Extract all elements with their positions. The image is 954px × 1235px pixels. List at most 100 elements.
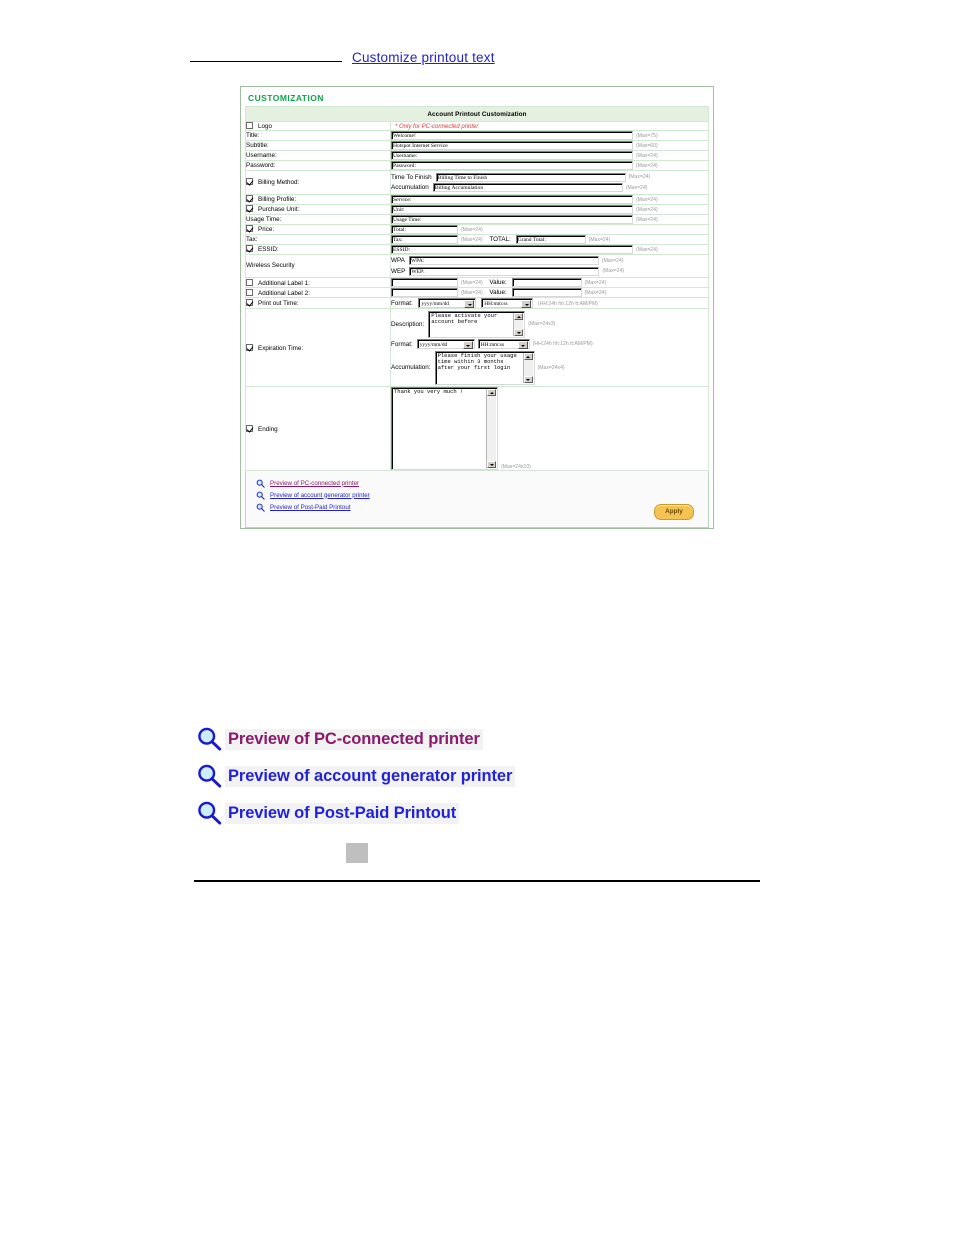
callout-row-pc[interactable]: Preview of PC-connected printer [196, 726, 536, 752]
section-title: CUSTOMIZATION [248, 93, 324, 103]
additional-label-1-max: (Max=24) [461, 280, 483, 287]
wpa-row: WPA WPA: (Max=24) [391, 256, 708, 265]
chevron-down-icon [462, 341, 473, 349]
purchase-unit-max: (Max=24) [636, 206, 658, 213]
preview-link-row-postpaid[interactable]: Preview of Post-Paid Printout [246, 501, 708, 513]
print-out-time-checkbox[interactable] [246, 299, 253, 306]
row-username: Username: Username: (Max=24) [245, 150, 709, 161]
expiration-time-format-select[interactable]: HH:mm:ss [477, 339, 530, 349]
essid-input[interactable]: ESSID: [391, 244, 633, 254]
wep-row: WEP WEP: (Max=24) [391, 266, 708, 276]
subtitle-input[interactable]: Hotspot Internet Service [391, 141, 633, 150]
additional-label-2-checkbox[interactable] [246, 288, 253, 296]
username-input[interactable]: Username: [391, 151, 633, 160]
expiration-accumulation-textarea[interactable]: Please finish your usage time within 3 m… [434, 350, 535, 385]
expiration-date-format-select[interactable]: yyyy/mm/dd [416, 339, 475, 349]
password-max: (Max=24) [636, 163, 658, 170]
additional-label-2-input[interactable] [391, 288, 458, 297]
row-title: Title: Welcome! (Max=75) [245, 130, 709, 141]
callout-row-generator[interactable]: Preview of account generator printer [196, 763, 536, 789]
callout-label-account-generator[interactable]: Preview of account generator printer [225, 765, 516, 787]
magnifier-icon [256, 491, 265, 500]
tax-input[interactable]: Tax: [391, 234, 458, 244]
expiration-description-row: Description: Please activate your accoun… [391, 310, 708, 338]
username-max: (Max=24) [636, 153, 658, 160]
accumulation-input[interactable]: Billing Accumulation [432, 183, 623, 192]
password-label: Password: [245, 160, 391, 171]
row-purchase-unit: Purchase Unit: Unit: (Max=24) [245, 203, 709, 215]
usage-time-input[interactable]: Usage Time: [391, 214, 633, 224]
wpa-max: (Max=24) [601, 257, 624, 264]
price-checkbox[interactable] [246, 225, 253, 232]
billing-profile-input[interactable]: Service: [391, 194, 633, 204]
purchase-unit-input[interactable]: Unit: [391, 204, 633, 214]
callout-label-post-paid[interactable]: Preview of Post-Paid Printout [225, 802, 460, 824]
billing-method-checkbox[interactable] [246, 178, 253, 186]
row-price: Price: Total: (Max=24) [245, 223, 709, 235]
usage-time-max: (Max=24) [636, 216, 658, 223]
ending-checkbox[interactable] [246, 424, 253, 432]
expiration-description-textarea[interactable]: Please activate your account before [428, 310, 526, 338]
billing-accumulation-row: Accumulation Billing Accumulation (Max=2… [391, 183, 708, 192]
print-out-time-format-label: Format: [391, 299, 413, 307]
scrollbar[interactable] [486, 389, 496, 468]
expiration-description-label: Description: [391, 320, 425, 328]
subtitle-label: Subtitle: [245, 140, 391, 151]
logo-checkbox[interactable] [246, 122, 253, 129]
title-label: Title: [245, 130, 391, 141]
row-usage-time: Usage Time: Usage Time: (Max=24) [245, 213, 709, 225]
wireless-security-value-cell: WPA WPA: (Max=24) WEP WEP: (Max=24) [390, 253, 709, 278]
scroll-down-icon[interactable] [487, 461, 496, 468]
preview-link-account-generator[interactable]: Preview of account generator printer [270, 492, 370, 499]
scroll-up-icon[interactable] [487, 389, 496, 396]
additional-label-2-value-label: Value: [489, 289, 507, 297]
ending-label-cell: Ending [245, 386, 391, 471]
scrollbar[interactable] [513, 312, 524, 336]
scroll-up-icon[interactable] [514, 312, 524, 320]
ending-textarea[interactable]: Thank you very much ! [391, 387, 498, 470]
price-input[interactable]: Total: [391, 224, 458, 234]
additional-label-1-checkbox[interactable] [246, 278, 253, 286]
billing-profile-checkbox[interactable] [246, 195, 253, 202]
expiration-time-checkbox[interactable] [246, 343, 253, 351]
time-to-finish-max: (Max=24) [628, 174, 651, 180]
expiration-format-row: Format: yyyy/mm/dd HH:mm:ss (HH:24h hh:1… [391, 339, 708, 349]
additional-label-1-label-cell: Additional Label 1: [245, 277, 391, 288]
callout-label-pc-connected[interactable]: Preview of PC-connected printer [225, 728, 483, 750]
magnifier-icon [256, 479, 265, 488]
preview-link-row-generator[interactable]: Preview of account generator printer [246, 489, 708, 501]
tax-label: Tax: [245, 233, 391, 245]
scroll-up-icon[interactable] [523, 352, 533, 360]
print-out-time-time-format-select[interactable]: HH:mm:ss [481, 298, 534, 308]
wep-input[interactable]: WEP: [409, 266, 600, 276]
print-out-time-date-format-select[interactable]: yyyy/mm/dd [418, 298, 477, 308]
password-input[interactable]: Password: [391, 161, 633, 170]
preview-link-pc-connected[interactable]: Preview of PC-connected printer [270, 480, 359, 487]
additional-label-1-input[interactable] [391, 278, 458, 287]
grand-total-input[interactable]: Grand Total: [515, 234, 586, 244]
scroll-down-icon[interactable] [523, 375, 533, 383]
purchase-unit-checkbox[interactable] [246, 205, 253, 212]
essid-checkbox[interactable] [246, 245, 253, 252]
callout-row-postpaid[interactable]: Preview of Post-Paid Printout [196, 800, 536, 826]
time-to-finish-input[interactable]: Billing Time to Finish [435, 172, 626, 182]
additional-label-2-value-input[interactable] [511, 288, 582, 297]
additional-label-2-max2: (Max=24) [584, 290, 607, 297]
wpa-input[interactable]: WPA: [408, 256, 599, 265]
price-label: Price: [258, 226, 275, 233]
magnifier-icon [198, 764, 222, 788]
purchase-unit-label: Purchase Unit: [258, 206, 300, 213]
title-input[interactable]: Welcome! [391, 131, 633, 140]
table-title: Account Printout Customization [245, 106, 709, 122]
accumulation-max: (Max=24) [625, 184, 648, 191]
apply-button[interactable]: Apply [654, 504, 694, 520]
scroll-down-icon[interactable] [514, 328, 524, 336]
preview-link-post-paid[interactable]: Preview of Post-Paid Printout [270, 504, 350, 511]
preview-link-row-pc[interactable]: Preview of PC-connected printer [246, 477, 708, 489]
scrollbar[interactable] [522, 352, 533, 383]
magnifier-icon [198, 727, 222, 751]
header-rule [190, 61, 342, 62]
title-max: (Max=75) [636, 133, 658, 140]
row-billing-method: Billing Method: Time To Finish Billing T… [245, 170, 709, 195]
additional-label-1-value-input[interactable] [511, 278, 582, 287]
